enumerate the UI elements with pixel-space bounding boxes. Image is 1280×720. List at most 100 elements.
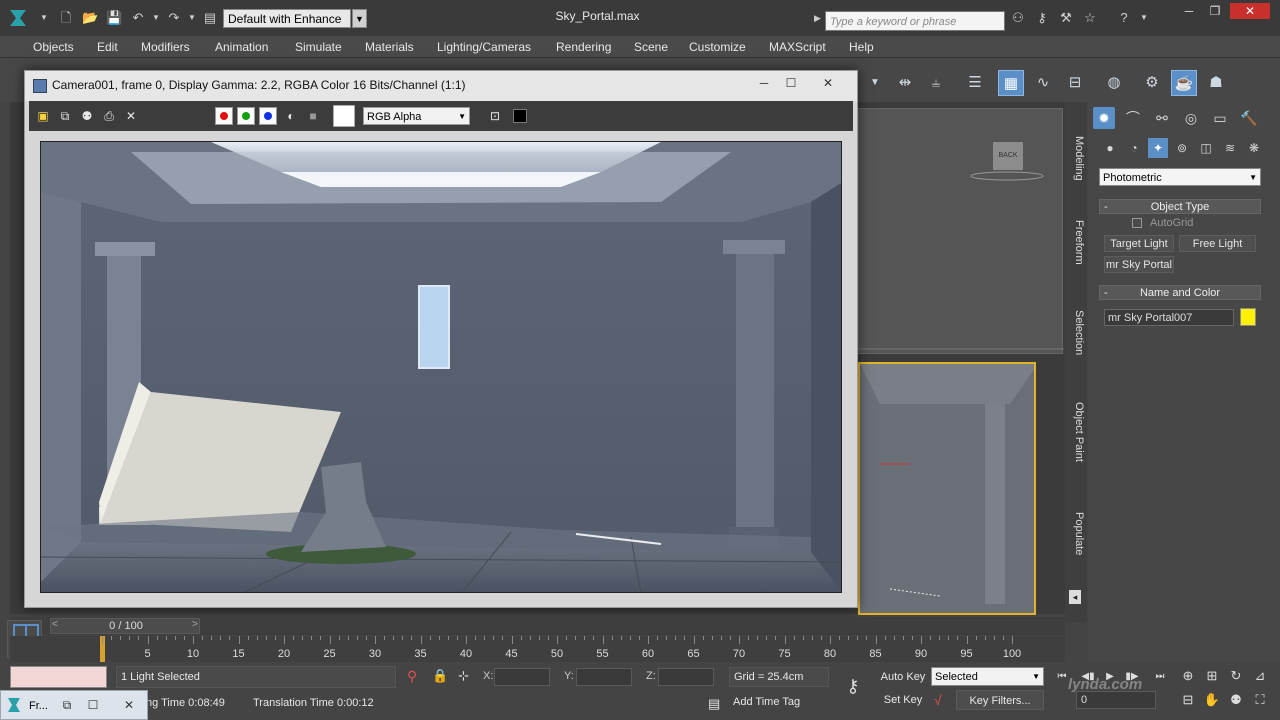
field-of-view-icon[interactable]: ⊿ xyxy=(1250,666,1270,686)
redo-icon[interactable]: ↷ xyxy=(166,10,182,26)
undo-arrow-icon[interactable]: ▼ xyxy=(148,10,164,26)
app-logo-icon[interactable] xyxy=(8,8,30,28)
current-frame-field[interactable]: 0 xyxy=(1076,691,1156,709)
maximize-viewport-icon[interactable]: ⛶ xyxy=(1250,690,1270,710)
vfb-close-icon[interactable]: ✕ xyxy=(817,74,839,92)
scene-explorer-icon[interactable]: ▦ xyxy=(998,70,1024,96)
set-key-icon[interactable]: ⚷ xyxy=(838,676,868,696)
time-tag-icon[interactable]: ▤ xyxy=(708,696,720,712)
menu-simulate[interactable]: Simulate xyxy=(295,40,342,54)
free-light-button[interactable]: Free Light xyxy=(1179,235,1256,252)
walk-through-icon[interactable]: ⚉ xyxy=(1226,690,1246,710)
menu-help[interactable]: Help xyxy=(849,40,874,54)
app-menu-arrow-icon[interactable]: ▼ xyxy=(36,10,52,26)
track-bar[interactable]: 5 10 15 20 25 30 35 40 45 50 55 60 65 70 75 80 85 90 95 100 xyxy=(10,636,1065,662)
next-frame-arrow-icon[interactable]: > xyxy=(192,619,198,630)
key-filters-button[interactable]: Key Filters... xyxy=(956,690,1044,710)
time-slider[interactable]: 0 / 100 < > xyxy=(10,617,1065,635)
utilities-tab-icon[interactable]: 🔨 xyxy=(1238,107,1260,129)
binoculars-icon[interactable]: ⚇ xyxy=(1010,10,1026,26)
maximize-icon[interactable]: ❐ xyxy=(1202,3,1228,19)
help-icon[interactable]: ? xyxy=(1116,10,1132,26)
autogrid-checkbox[interactable] xyxy=(1132,218,1142,228)
workspace-dropdown[interactable]: Default with Enhance xyxy=(223,9,351,28)
taskbar-restore-icon[interactable]: ⧉ xyxy=(57,696,77,714)
favorites-star-icon[interactable]: ☆ xyxy=(1082,10,1098,26)
search-input[interactable]: Type a keyword or phrase xyxy=(825,11,1005,31)
menu-customize[interactable]: Customize xyxy=(689,40,746,54)
taskbar-close-icon[interactable]: ✕ xyxy=(119,696,139,714)
selection-lock-icon[interactable]: 🔒 xyxy=(432,668,448,684)
save-file-icon[interactable]: 💾 xyxy=(106,10,122,26)
zoom-region-icon[interactable]: ⊟ xyxy=(1178,690,1198,710)
foreground-color-swatch[interactable] xyxy=(513,109,527,123)
lights-category-icon[interactable]: ✦ xyxy=(1148,138,1168,158)
key-icon[interactable]: ⚷ xyxy=(1034,10,1050,26)
rendered-frame-window-icon[interactable]: ☕ xyxy=(1171,70,1197,96)
viewport-top-right[interactable] xyxy=(858,108,1064,354)
ribbon-tab-selection[interactable]: Selection xyxy=(1067,310,1085,355)
spacewarps-category-icon[interactable]: ≋ xyxy=(1220,138,1240,158)
set-key-button[interactable]: Set Key xyxy=(878,690,928,710)
red-channel-toggle[interactable] xyxy=(215,107,233,125)
time-slider-thumb[interactable]: 0 / 100 xyxy=(50,618,200,634)
alpha-channel-icon[interactable]: ◐ xyxy=(283,108,299,124)
open-file-icon[interactable]: 📂 xyxy=(82,10,98,26)
close-window-icon[interactable]: ✕ xyxy=(1230,3,1270,19)
ribbon-collapse-icon[interactable]: ◂ xyxy=(1069,590,1081,604)
ribbon-tab-populate[interactable]: Populate xyxy=(1067,512,1085,555)
green-channel-toggle[interactable] xyxy=(237,107,255,125)
go-to-end-icon[interactable]: ⏭ xyxy=(1150,669,1170,685)
help-arrow-icon[interactable]: ▼ xyxy=(1136,10,1152,26)
modify-tab-icon[interactable]: ⌒ xyxy=(1122,107,1144,129)
previous-frame-arrow-icon[interactable]: < xyxy=(52,619,58,630)
channel-display-dropdown[interactable]: RGB Alpha ▼ xyxy=(363,107,470,125)
name-and-color-rollout[interactable]: - Name and Color xyxy=(1099,285,1261,300)
track-render-icon[interactable]: ⚉ xyxy=(79,108,95,124)
toolbar-dropdown-arrow-icon[interactable]: ▼ xyxy=(862,70,888,96)
hierarchy-tab-icon[interactable]: ⚯ xyxy=(1151,107,1173,129)
vfb-title-bar[interactable]: Camera001, frame 0, Display Gamma: 2.2, … xyxy=(25,71,857,101)
clear-image-icon[interactable]: ✕ xyxy=(123,108,139,124)
key-set-dropdown[interactable]: Selected ▼ xyxy=(931,667,1044,686)
y-coordinate-field[interactable] xyxy=(576,668,632,686)
object-type-rollout[interactable]: - Object Type xyxy=(1099,199,1261,214)
search-expand-icon[interactable]: ▶ xyxy=(814,13,821,24)
mirror-icon[interactable]: ⇹ xyxy=(892,70,918,96)
render-setup-icon[interactable]: ⚙ xyxy=(1139,70,1165,96)
pan-icon[interactable]: ✋ xyxy=(1202,690,1222,710)
systems-category-icon[interactable]: ❋ xyxy=(1244,138,1264,158)
curve-editor-icon[interactable]: ∿ xyxy=(1030,70,1056,96)
menu-objects[interactable]: Objects xyxy=(33,40,74,54)
workspace-dropdown-arrow-icon[interactable]: ▼ xyxy=(352,9,367,28)
ribbon-tab-object-paint[interactable]: Object Paint xyxy=(1067,402,1085,462)
light-type-dropdown[interactable]: Photometric ▼ xyxy=(1099,168,1261,186)
absolute-mode-icon[interactable]: ⊹ xyxy=(458,668,469,684)
object-name-field[interactable]: mr Sky Portal007 xyxy=(1104,309,1234,326)
clone-window-icon[interactable]: ⧉ xyxy=(57,108,73,124)
blue-channel-toggle[interactable] xyxy=(259,107,277,125)
viewcube[interactable]: BACK xyxy=(993,142,1023,170)
mr-sky-portal-button[interactable]: mr Sky Portal xyxy=(1104,256,1174,273)
add-time-tag-button[interactable]: Add Time Tag xyxy=(729,692,829,712)
menu-maxscript[interactable]: MAXScript xyxy=(769,40,826,54)
target-light-button[interactable]: Target Light xyxy=(1104,235,1174,252)
rendered-frame-window[interactable]: Camera001, frame 0, Display Gamma: 2.2, … xyxy=(24,70,858,608)
undo-icon[interactable]: ↶ xyxy=(130,10,146,26)
x-coordinate-field[interactable] xyxy=(494,668,550,686)
create-tab-icon[interactable]: ✹ xyxy=(1093,107,1115,129)
layer-manager-icon[interactable]: ☰ xyxy=(962,70,988,96)
menu-lighting-cameras[interactable]: Lighting/Cameras xyxy=(437,40,531,54)
taskbar-window-tab[interactable]: Fr... ⧉ ☐ ✕ xyxy=(0,690,148,720)
zoom-icon[interactable]: ⊕ xyxy=(1178,666,1198,686)
object-color-swatch[interactable] xyxy=(1240,308,1256,326)
auto-key-button[interactable]: Auto Key xyxy=(878,667,928,687)
menu-edit[interactable]: Edit xyxy=(97,40,118,54)
ribbon-tab-freeform[interactable]: Freeform xyxy=(1067,220,1085,265)
align-icon[interactable]: ⫨ xyxy=(923,70,949,96)
background-color-swatch[interactable] xyxy=(333,105,355,127)
project-folder-icon[interactable]: ▤ xyxy=(202,10,218,26)
motion-tab-icon[interactable]: ◎ xyxy=(1180,107,1202,129)
render-production-icon[interactable]: ☗ xyxy=(1203,70,1229,96)
taskbar-maximize-icon[interactable]: ☐ xyxy=(83,696,103,714)
